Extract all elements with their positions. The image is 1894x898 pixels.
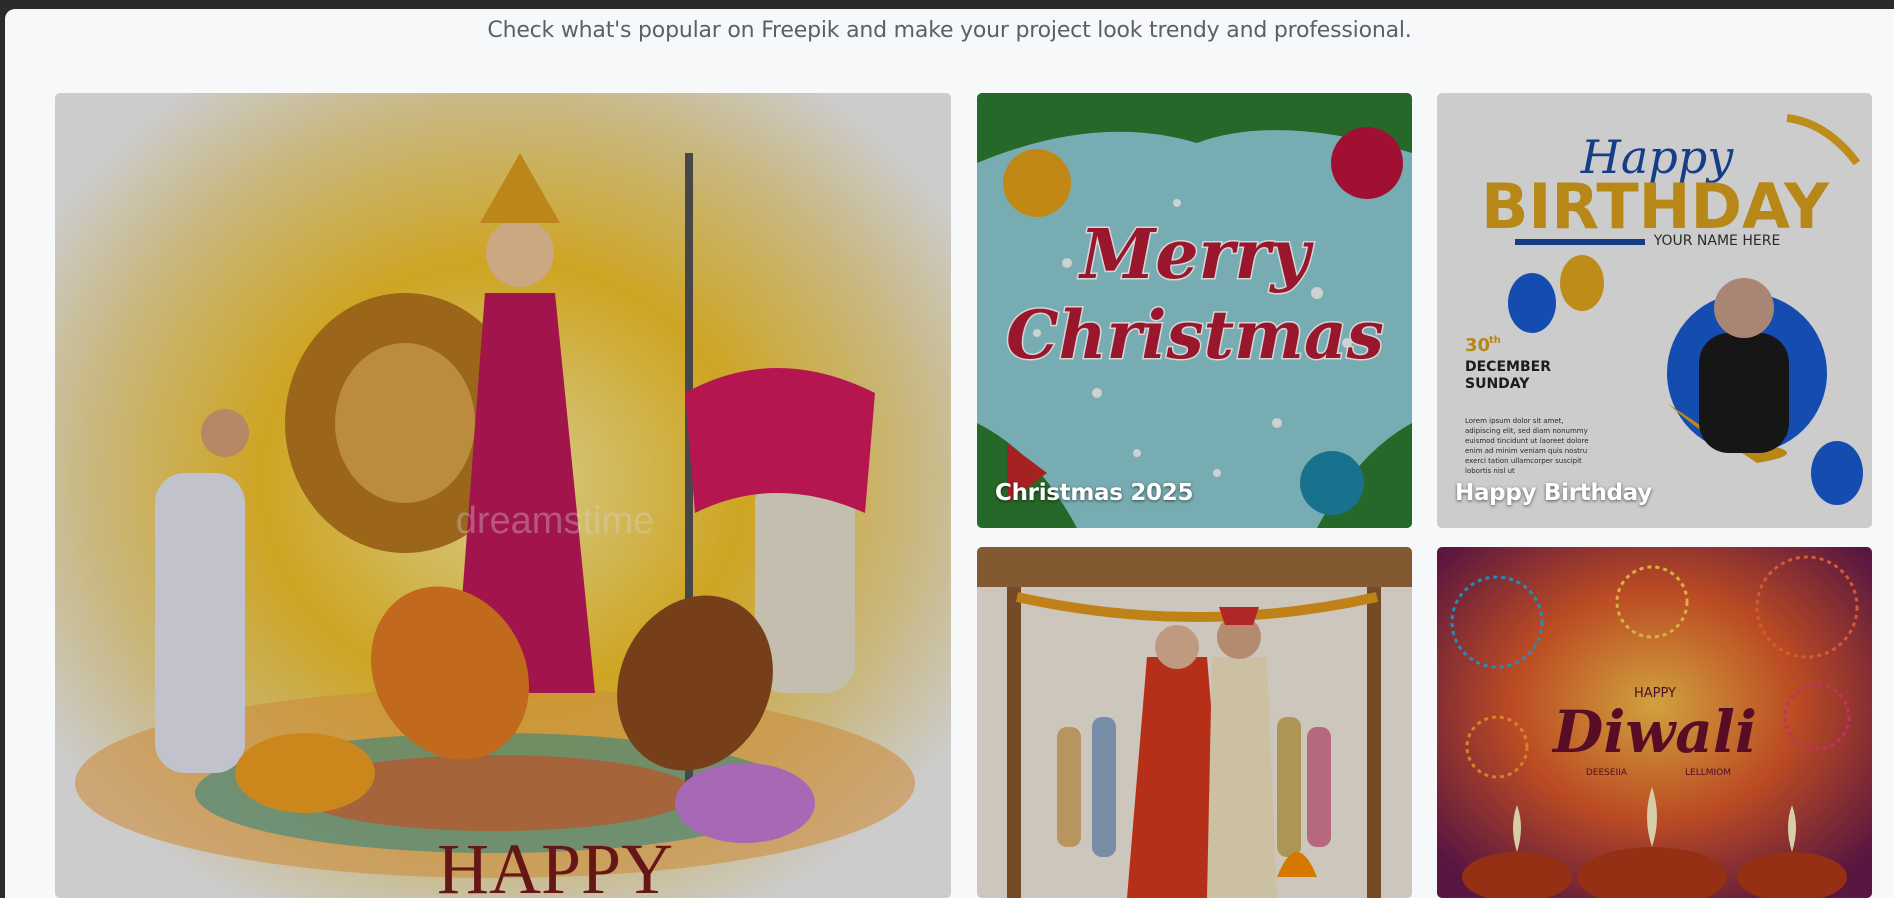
birthday-lorem-6: lobortis nisl ut — [1465, 467, 1515, 475]
christmas-text-christmas: Christmas — [1006, 296, 1384, 374]
birthday-lorem-2: adipiscing elit, sed diam nonummy — [1465, 427, 1588, 435]
durga-puja-image: HAPPY dreamstime — [55, 93, 951, 898]
birthday-lorem-4: enim ad minim veniam quis nostru — [1465, 447, 1587, 455]
durga-image-text: HAPPY — [437, 829, 673, 898]
christmas-text-merry: Merry — [1078, 215, 1314, 295]
diwali-sub-text-2: LELLMIOM — [1685, 768, 1731, 778]
birthday-date-day: 30 — [1465, 335, 1490, 356]
birthday-date-month: DECEMBER — [1465, 359, 1551, 375]
diwali-script-text: Diwali — [1551, 698, 1757, 766]
page-subtitle: Check what's popular on Freepik and make… — [487, 18, 1412, 43]
birthday-image: Happy BIRTHDAY YOUR NAME HERE 30 th DECE… — [1437, 93, 1872, 528]
card-christmas[interactable]: Merry Christmas Christmas 2025 — [977, 93, 1412, 528]
diwali-image: HAPPY Diwali DEESEIIA LELLMIOM — [1437, 547, 1872, 898]
birthday-date-suffix: th — [1489, 335, 1501, 346]
birthday-lorem-3: euismod tincidunt ut laoreet dolore — [1465, 437, 1589, 445]
trending-page: Check what's popular on Freepik and make… — [5, 9, 1894, 898]
diwali-sub-text-1: DEESEIIA — [1586, 768, 1628, 778]
card-birthday[interactable]: Happy BIRTHDAY YOUR NAME HERE 30 th DECE… — [1437, 93, 1872, 528]
birthday-date-weekday: SUNDAY — [1465, 376, 1530, 392]
card-label-birthday: Happy Birthday — [1455, 480, 1652, 506]
card-label-christmas: Christmas 2025 — [995, 480, 1194, 506]
card-diwali[interactable]: HAPPY Diwali DEESEIIA LELLMIOM — [1437, 547, 1872, 898]
christmas-image: Merry Christmas — [977, 93, 1412, 528]
birthday-lorem-1: Lorem ipsum dolor sit amet, — [1465, 417, 1564, 425]
watermark-text: dreamstime — [456, 500, 655, 542]
wedding-image — [977, 547, 1412, 898]
birthday-lorem-5: exerci tation ullamcorper suscipit — [1465, 457, 1582, 465]
card-wedding[interactable] — [977, 547, 1412, 898]
card-durga-puja[interactable]: HAPPY dreamstime — [55, 93, 951, 898]
birthday-name-text: YOUR NAME HERE — [1653, 233, 1781, 249]
